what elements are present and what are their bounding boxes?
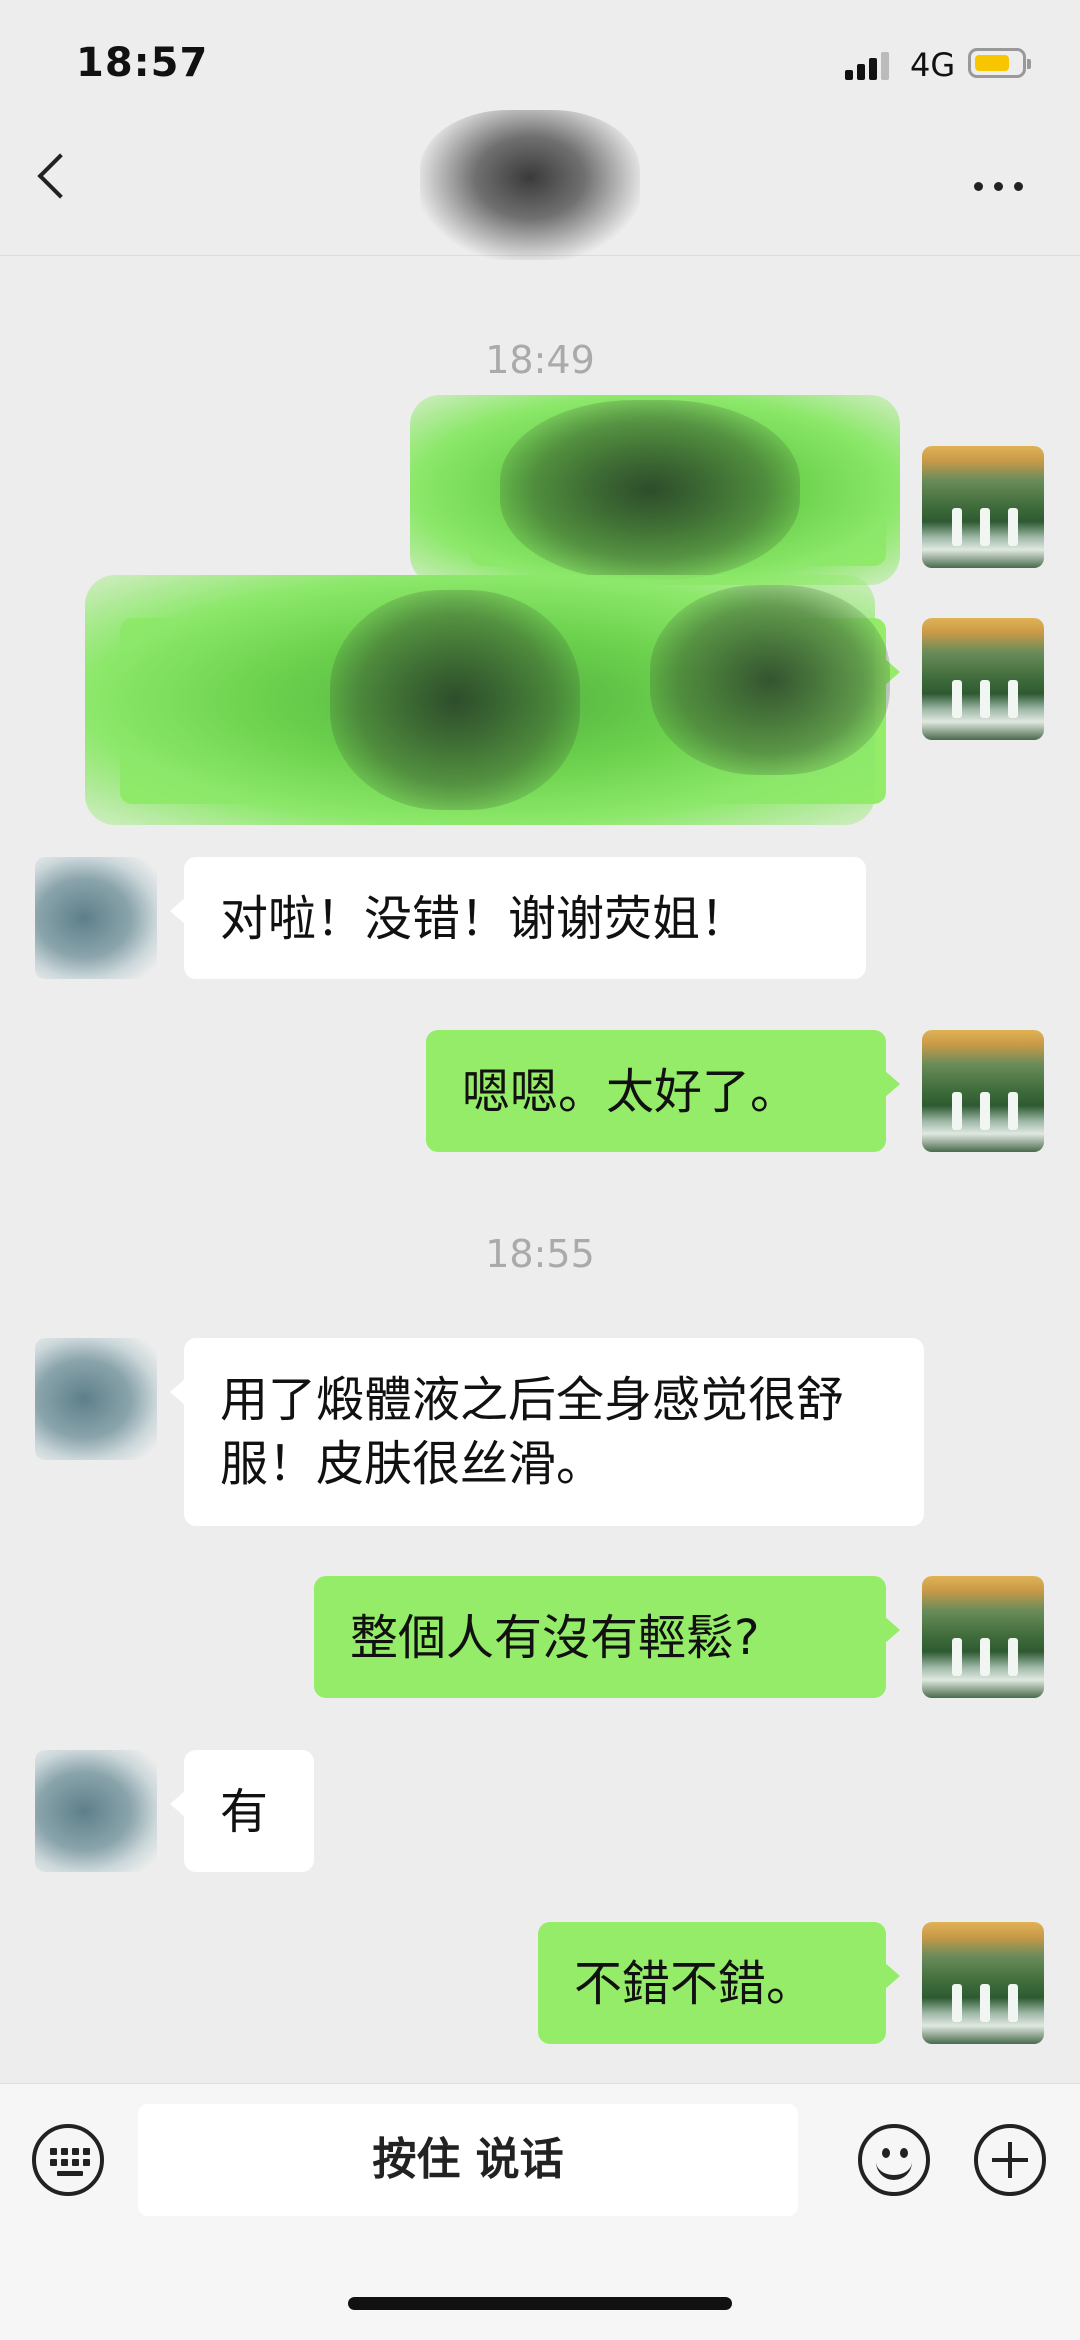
plus-icon[interactable] bbox=[974, 2124, 1046, 2196]
emoji-icon[interactable] bbox=[858, 2124, 930, 2196]
my-avatar[interactable] bbox=[922, 618, 1044, 740]
message-text: 嗯嗯。太好了。 bbox=[462, 1064, 799, 1120]
my-avatar[interactable] bbox=[922, 1922, 1044, 2044]
network-type: 4G bbox=[910, 46, 956, 84]
keyboard-icon[interactable] bbox=[32, 2124, 104, 2196]
message-bubble-received[interactable]: 用了煅體液之后全身感觉很舒服！皮肤很丝滑。 bbox=[170, 1338, 924, 1526]
message-text: 有 bbox=[220, 1784, 269, 1840]
status-time: 18:57 bbox=[76, 40, 209, 86]
message-text: 对啦！没错！谢谢荧姐！ bbox=[220, 891, 749, 947]
my-avatar[interactable] bbox=[922, 446, 1044, 568]
my-avatar[interactable] bbox=[922, 1576, 1044, 1698]
redaction-scribble bbox=[500, 400, 800, 580]
message-text: 整個人有沒有輕鬆? bbox=[350, 1610, 760, 1666]
hold-to-talk-button[interactable]: 按住 说话 bbox=[138, 2104, 798, 2216]
signal-icon bbox=[845, 50, 895, 80]
message-bubble-received[interactable]: 有 bbox=[170, 1750, 314, 1872]
message-bubble-received[interactable]: 对啦！没错！谢谢荧姐！ bbox=[170, 857, 866, 979]
message-text: 用了煅體液之后全身感觉很舒服！皮肤很丝滑。 bbox=[220, 1372, 845, 1492]
home-indicator[interactable] bbox=[348, 2297, 732, 2310]
my-avatar[interactable] bbox=[922, 1030, 1044, 1152]
battery-icon bbox=[968, 48, 1031, 78]
more-icon[interactable] bbox=[970, 176, 1030, 196]
message-text: 不錯不錯。 bbox=[574, 1956, 815, 2012]
contact-avatar[interactable] bbox=[35, 1338, 157, 1460]
timestamp: 18:49 bbox=[485, 338, 595, 382]
message-bubble-sent[interactable]: 嗯嗯。太好了。 bbox=[426, 1030, 900, 1152]
timestamp: 18:55 bbox=[485, 1232, 595, 1276]
redacted-contact-name bbox=[420, 110, 640, 260]
contact-avatar[interactable] bbox=[35, 1750, 157, 1872]
message-bubble-sent[interactable]: 不錯不錯。 bbox=[538, 1922, 900, 2044]
redaction-scribble bbox=[330, 590, 580, 810]
contact-avatar[interactable] bbox=[35, 857, 157, 979]
message-bubble-sent[interactable]: 整個人有沒有輕鬆? bbox=[314, 1576, 900, 1698]
redaction-scribble bbox=[650, 585, 890, 775]
